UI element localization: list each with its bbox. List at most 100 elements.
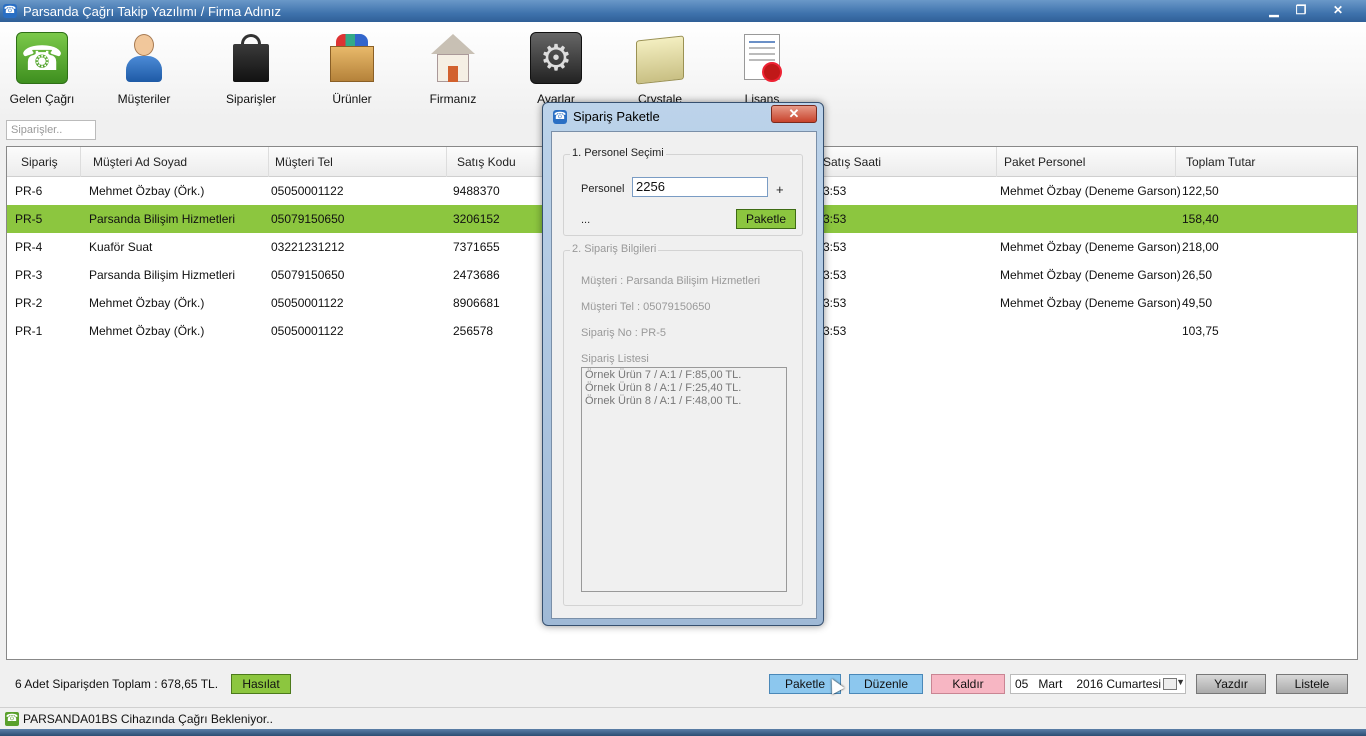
close-window-button[interactable]: ✕ [1326, 1, 1350, 19]
toolbar-ayarlar[interactable]: Ayarlar [516, 32, 596, 106]
chevron-down-icon[interactable]: ▼ [1176, 677, 1185, 687]
cell-satis-kodu: 7371655 [453, 240, 500, 254]
status-phone-icon: ☎ [5, 711, 19, 726]
column-header-musteri-ad[interactable]: Müşteri Ad Soyad [87, 147, 269, 177]
musteri-info: Müşteri : Parsanda Bilişim Hizmetleri [581, 275, 761, 287]
product-box-icon [326, 32, 378, 84]
cell-toplam-tutar: 122,50 [1182, 184, 1219, 198]
maximize-button[interactable]: ❐ [1289, 1, 1313, 19]
cell-toplam-tutar: 218,00 [1182, 240, 1219, 254]
siparis-listesi-label: Sipariş Listesi [581, 353, 649, 365]
cell-satis-saati: 3:53 [823, 324, 847, 338]
toolbar-lisans[interactable]: Lisans [722, 32, 802, 106]
personel-input[interactable]: 2256 [632, 177, 768, 197]
column-header-toplam-tutar[interactable]: Toplam Tutar [1180, 147, 1357, 177]
cell-musteri-tel: 05050001122 [271, 296, 344, 310]
add-personel-button[interactable]: + [776, 182, 784, 197]
folder-icon [634, 32, 686, 85]
search-orders-input[interactable]: Siparişler.. [6, 120, 96, 140]
cell-musteri-ad: Mehmet Özbay (Örk.) [89, 184, 205, 198]
date-picker[interactable]: 05 Mart 2016 Cumartesi ▼ [1010, 674, 1186, 694]
cell-paket-personel: Mehmet Özbay (Deneme Garson) [1000, 240, 1181, 254]
toolbar-label: Ürünler [332, 92, 372, 106]
cell-toplam-tutar: 26,50 [1182, 268, 1213, 282]
cell-musteri-tel: 03221231212 [271, 240, 345, 254]
toolbar-musteriler[interactable]: Müşteriler [104, 32, 184, 106]
certificate-icon [736, 32, 788, 84]
app-phone-icon: ☎ [3, 4, 17, 18]
cell-toplam-tutar: 103,75 [1182, 324, 1219, 338]
cell-siparis: PR-1 [15, 324, 43, 338]
phone-icon [16, 32, 68, 84]
calendar-icon[interactable] [1163, 678, 1177, 690]
cell-siparis: PR-5 [15, 212, 43, 226]
listele-button[interactable]: Listele [1276, 674, 1348, 694]
minimize-button[interactable]: ▁ [1262, 1, 1286, 19]
cell-satis-saati: 3:53 [823, 184, 847, 198]
cell-satis-kodu: 9488370 [453, 184, 500, 198]
cell-musteri-tel: 05050001122 [271, 324, 344, 338]
cell-satis-saati: 3:53 [823, 240, 847, 254]
date-month: Mart [1038, 677, 1063, 691]
cell-satis-saati: 3:53 [823, 296, 847, 310]
cell-siparis: PR-2 [15, 296, 43, 310]
column-header-paket-personel[interactable]: Paket Personel [998, 147, 1176, 177]
order-item: Örnek Ürün 8 / A:1 / F:48,00 TL. [585, 395, 742, 407]
date-year-weekday: 2016 Cumartesi [1076, 677, 1162, 691]
cell-satis-kodu: 8906681 [453, 296, 500, 310]
order-item: Örnek Ürün 7 / A:1 / F:85,00 TL. [585, 369, 742, 381]
toolbar-firmaniz[interactable]: Firmanız [413, 32, 493, 106]
dialog-body: 1. Personel Seçimi Personel 2256 + ... P… [551, 131, 817, 619]
dialog-close-button[interactable]: ✕ [771, 105, 817, 123]
siparis-listesi[interactable]: Örnek Ürün 7 / A:1 / F:85,00 TL. Örnek Ü… [581, 367, 787, 592]
column-header-siparis[interactable]: Sipariş [15, 147, 81, 177]
cell-paket-personel: Mehmet Özbay (Deneme Garson) [1000, 296, 1181, 310]
order-item: Örnek Ürün 8 / A:1 / F:25,40 TL. [585, 382, 742, 394]
status-bar: ☎ PARSANDA01BS Cihazında Çağrı Bekleniyo… [0, 707, 1366, 729]
os-taskbar [0, 729, 1366, 736]
cell-musteri-tel: 05079150650 [271, 212, 345, 226]
more-options-link[interactable]: ... [581, 214, 590, 226]
dialog-title: Sipariş Paketle [573, 109, 660, 124]
cell-siparis: PR-4 [15, 240, 43, 254]
musteri-tel-info: Müşteri Tel : 05079150650 [581, 301, 711, 313]
toolbar-gelen-cagri[interactable]: Gelen Çağrı [2, 32, 82, 106]
orders-summary: 6 Adet Siparişden Toplam : 678,65 TL. [15, 677, 219, 691]
cell-musteri-ad: Mehmet Özbay (Örk.) [89, 296, 205, 310]
column-header-musteri-tel[interactable]: Müşteri Tel [269, 147, 447, 177]
house-icon [427, 32, 479, 84]
group-title: 2. Sipariş Bilgileri [570, 243, 659, 255]
date-day: 05 [1015, 677, 1029, 691]
toolbar-crystale[interactable]: Crystale [620, 32, 700, 106]
title-bar: ☎ Parsanda Çağrı Takip Yazılımı / Firma … [0, 0, 1366, 22]
yazdir-button[interactable]: Yazdır [1196, 674, 1266, 694]
cell-toplam-tutar: 158,40 [1182, 212, 1219, 226]
toolbar-label: Siparişler [225, 92, 276, 106]
dialog-phone-icon: ☎ [553, 109, 567, 124]
column-header-satis-saati[interactable]: Satış Saati [817, 147, 997, 177]
duzenle-button[interactable]: Düzenle [849, 674, 923, 694]
cell-paket-personel: Mehmet Özbay (Deneme Garson) [1000, 184, 1181, 198]
cell-musteri-ad: Parsanda Bilişim Hizmetleri [89, 268, 236, 282]
cell-satis-kodu: 3206152 [453, 212, 500, 226]
cell-musteri-ad: Kuaför Suat [89, 240, 153, 254]
siparis-no-info: Sipariş No : PR-5 [581, 327, 666, 339]
group-title: 1. Personel Seçimi [570, 147, 666, 159]
personel-label: Personel [581, 183, 625, 195]
hasilat-button[interactable]: Hasılat [231, 674, 291, 694]
dialog-paketle-button[interactable]: Paketle [736, 209, 796, 229]
toolbar-siparisler[interactable]: Siparişler [211, 32, 291, 106]
window-title: Parsanda Çağrı Takip Yazılımı / Firma Ad… [23, 3, 281, 19]
cell-musteri-tel: 05050001122 [271, 184, 344, 198]
cell-siparis: PR-3 [15, 268, 43, 282]
cell-satis-saati: 3:53 [823, 212, 847, 226]
toolbar-urunler[interactable]: Ürünler [312, 32, 392, 106]
shopping-bag-icon [225, 32, 277, 84]
toolbar-label: Müşteriler [117, 92, 171, 106]
cell-satis-saati: 3:53 [823, 268, 847, 282]
settings-gear-icon [530, 32, 582, 84]
cell-musteri-tel: 05079150650 [271, 268, 345, 282]
cell-satis-kodu: 256578 [453, 324, 494, 338]
toolbar-label: Firmanız [429, 92, 477, 106]
kaldir-button[interactable]: Kaldır [931, 674, 1005, 694]
